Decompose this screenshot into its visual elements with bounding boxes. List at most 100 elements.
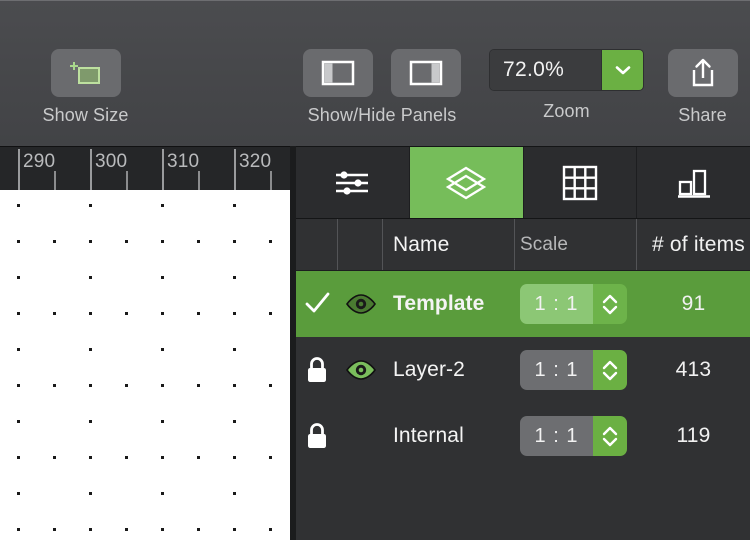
grid-dot (89, 492, 92, 495)
row-scale-cell[interactable]: 1 : 1 (515, 271, 637, 337)
show-hide-right-panel-button[interactable] (391, 49, 461, 97)
panel-right-icon (408, 58, 444, 88)
tab-chart[interactable] (637, 147, 750, 218)
row-scale-cell[interactable]: 1 : 1 (515, 403, 637, 469)
row-visibility-cell[interactable] (338, 271, 383, 337)
zoom-dropdown-button[interactable] (601, 50, 643, 90)
grid-dot (17, 420, 20, 423)
toolbar-group-zoom: 72.0% Zoom (489, 49, 644, 120)
row-scale-cell[interactable]: 1 : 1 (515, 337, 637, 403)
lock-icon[interactable] (304, 421, 330, 451)
grid-dot (269, 312, 272, 315)
eye-icon[interactable] (344, 358, 378, 382)
scale-stepper[interactable]: 1 : 1 (520, 416, 627, 456)
show-hide-panels-label: Show/Hide Panels (307, 105, 457, 125)
checkmark-icon[interactable] (302, 289, 332, 319)
scale-stepper[interactable]: 1 : 1 (520, 350, 627, 390)
toolbar-group-show-size: Show Size (0, 49, 173, 124)
scale-value[interactable]: 1 : 1 (520, 416, 593, 456)
grid-dot (233, 276, 236, 279)
grid-dot (125, 384, 128, 387)
toolbar-group-share: Share (655, 49, 750, 124)
column-header-name[interactable]: Name (383, 219, 515, 270)
share-button[interactable] (667, 49, 738, 97)
ruler-minor-tick (198, 171, 200, 190)
grid-dot (17, 384, 20, 387)
panel-left-icon (320, 58, 356, 88)
grid-dot (269, 528, 272, 531)
lock-icon[interactable] (304, 355, 330, 385)
scale-value[interactable]: 1 : 1 (520, 284, 593, 324)
grid-dot (17, 456, 20, 459)
ruler-minor-tick (270, 171, 272, 190)
tab-grid[interactable] (523, 147, 638, 218)
grid-dot (161, 240, 164, 243)
column-header-scale[interactable]: Scale (515, 219, 637, 270)
row-status-cell[interactable] (296, 337, 338, 403)
eye-icon[interactable] (344, 292, 378, 316)
grid-dot (89, 240, 92, 243)
row-name[interactable]: Template (383, 271, 515, 337)
grid-dot (125, 528, 128, 531)
ruler-minor-tick (126, 171, 128, 190)
grid-dot (161, 204, 164, 207)
row-visibility-cell[interactable] (338, 337, 383, 403)
grid-dot (233, 240, 236, 243)
grid-dot (197, 528, 200, 531)
ruler-major-tick (18, 149, 20, 190)
toolbar-group-panels: Show/Hide Panels (287, 49, 477, 124)
ruler-major-tick (162, 149, 164, 190)
chevron-down-icon (613, 63, 633, 77)
scale-value[interactable]: 1 : 1 (520, 350, 593, 390)
grid-dot (161, 348, 164, 351)
zoom-label: Zoom (543, 101, 590, 121)
ruler-label: 290 (23, 151, 56, 172)
row-visibility-cell[interactable] (338, 403, 383, 469)
scale-stepper[interactable]: 1 : 1 (520, 284, 627, 324)
column-header-items[interactable]: # of items (637, 219, 750, 270)
grid-dot (17, 312, 20, 315)
table-row[interactable]: Layer-2 1 : 1 413 (296, 337, 750, 403)
chevron-up-down-icon (600, 291, 620, 317)
scale-stepper-buttons[interactable] (593, 284, 627, 324)
grid-dot (269, 384, 272, 387)
show-size-button[interactable] (50, 49, 121, 97)
row-status-cell[interactable] (296, 403, 338, 469)
layers-panel: Name Scale # of items Template 1 : 1 91 (296, 146, 750, 540)
grid-dot (53, 312, 56, 315)
ruler-minor-tick (54, 171, 56, 190)
grid-dot (53, 240, 56, 243)
sliders-icon (330, 167, 374, 199)
table-row[interactable]: Internal 1 : 1 119 (296, 403, 750, 469)
ruler-major-tick (234, 149, 236, 190)
row-item-count: 119 (676, 424, 711, 447)
drawing-canvas[interactable] (0, 190, 290, 540)
row-name[interactable]: Layer-2 (383, 337, 515, 403)
grid-dot (233, 204, 236, 207)
zoom-input[interactable]: 72.0% (490, 50, 601, 90)
grid-dot (89, 276, 92, 279)
zoom-control[interactable]: 72.0% (489, 49, 644, 91)
scale-stepper-buttons[interactable] (593, 416, 627, 456)
grid-dot (17, 492, 20, 495)
tab-layers[interactable] (409, 147, 524, 218)
row-item-count: 413 (675, 358, 712, 381)
table-row[interactable]: Template 1 : 1 91 (296, 271, 750, 337)
show-hide-left-panel-button[interactable] (303, 49, 373, 97)
tab-settings[interactable] (296, 147, 410, 218)
grid-dot (197, 384, 200, 387)
grid-dot (233, 456, 236, 459)
row-status-cell[interactable] (296, 271, 338, 337)
scale-stepper-buttons[interactable] (593, 350, 627, 390)
toolbar: Show Size Show/Hide Panels 72.0% Zoom Sh… (0, 0, 750, 146)
grid-dot (17, 348, 20, 351)
row-name[interactable]: Internal (383, 403, 515, 469)
grid-dot (125, 456, 128, 459)
grid-dot (161, 420, 164, 423)
ruler-major-tick (90, 149, 92, 190)
horizontal-ruler[interactable]: 290 300 310 320 (0, 146, 290, 190)
grid-dot (17, 240, 20, 243)
grid-dot (53, 456, 56, 459)
row-item-count: 91 (681, 292, 706, 315)
share-label: Share (678, 105, 727, 125)
